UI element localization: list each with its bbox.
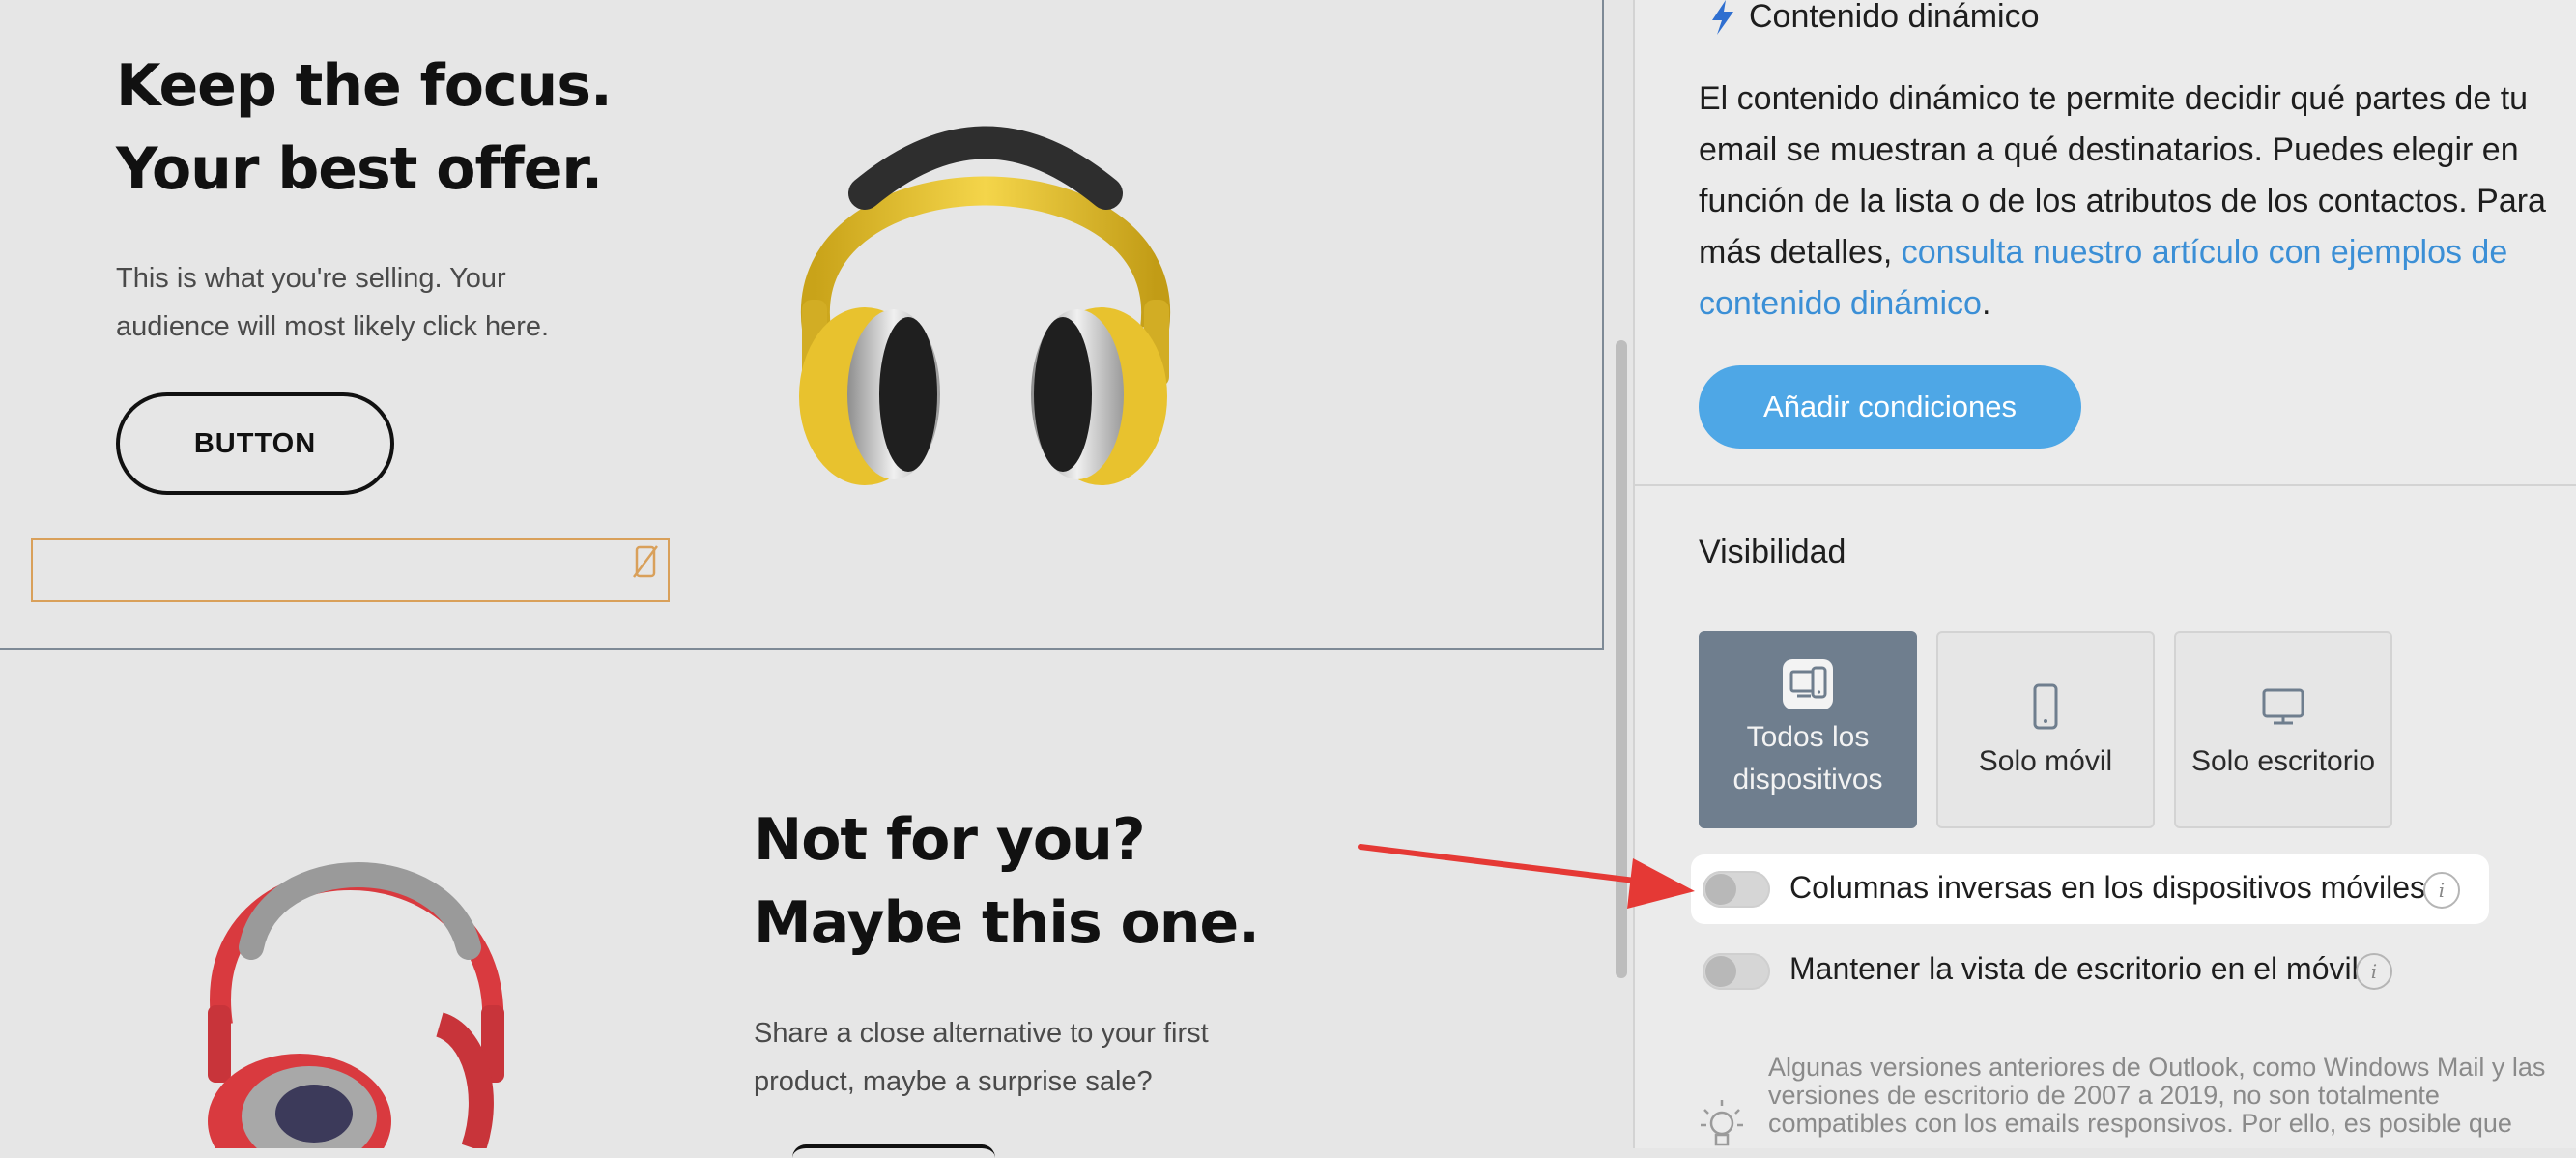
- visibility-option-all-devices-label-line1: Todos los: [1746, 721, 1870, 753]
- lightning-icon: [1712, 0, 1733, 35]
- yellow-headphones-image: [799, 126, 1171, 485]
- keep-desktop-view-label: Mantener la vista de escritorio en el mó…: [1789, 951, 2359, 986]
- block2-body-text: Share a close alternative to your first …: [754, 1018, 1209, 1097]
- outlook-compatibility-note: Algunas versiones anteriores de Outlook,…: [1768, 1053, 2546, 1138]
- block1-cta-button[interactable]: BUTTON: [116, 392, 394, 495]
- reverse-columns-info-icon[interactable]: i: [2423, 872, 2460, 909]
- devices-icon: [1701, 658, 1915, 723]
- red-headphones-image: [208, 862, 504, 1148]
- dynamic-content-title: Contenido dinámico: [1749, 0, 2040, 35]
- empty-content-box[interactable]: [31, 538, 670, 602]
- toggle-knob: [1705, 956, 1736, 987]
- section-divider: [1635, 484, 2576, 486]
- keep-desktop-view-info-icon[interactable]: i: [2356, 953, 2392, 990]
- visibility-option-mobile-only[interactable]: Solo móvil: [1936, 631, 2155, 828]
- visibility-title: Visibilidad: [1699, 534, 1846, 570]
- block2-headline-line2: Maybe this one.: [754, 889, 1260, 957]
- visibility-option-desktop-only[interactable]: Solo escritorio: [2174, 631, 2392, 828]
- dynamic-content-description-end: .: [1981, 285, 1991, 322]
- visibility-option-all-devices-label-line2: dispositivos: [1732, 764, 1883, 796]
- visibility-option-all-devices[interactable]: Todos los dispositivos: [1699, 631, 1917, 828]
- block2-headline: Not for you? Maybe this one.: [754, 798, 1260, 965]
- visibility-option-mobile-only-label: Solo móvil: [1978, 745, 2113, 777]
- block1-headline-line1: Keep the focus.: [116, 52, 613, 120]
- lightbulb-icon: [1701, 1100, 1743, 1146]
- hide-on-mobile-icon: [633, 545, 658, 578]
- block2-cta-button-edge[interactable]: [792, 1144, 995, 1158]
- block1-headline-line2: Your best offer.: [116, 135, 603, 203]
- dynamic-content-description: El contenido dinámico te permite decidir…: [1699, 73, 2568, 330]
- canvas-scrollbar-thumb[interactable]: [1616, 340, 1627, 978]
- mobile-icon: [1938, 683, 2153, 742]
- block2-headline-line1: Not for you?: [754, 806, 1146, 874]
- add-conditions-button[interactable]: Añadir condiciones: [1699, 365, 2081, 449]
- block1-headline: Keep the focus. Your best offer.: [116, 44, 613, 211]
- block1-body-text: This is what you're selling. Your audien…: [116, 263, 550, 342]
- email-canvas[interactable]: Keep the focus. Your best offer. This is…: [0, 0, 1604, 1148]
- reverse-columns-toggle[interactable]: [1703, 871, 1770, 908]
- desktop-icon: [2176, 687, 2390, 738]
- reverse-columns-label: Columnas inversas en los dispositivos mó…: [1789, 870, 2426, 905]
- settings-panel: Contenido dinámico El contenido dinámico…: [1633, 0, 2576, 1148]
- keep-desktop-view-toggle[interactable]: [1703, 953, 1770, 990]
- visibility-option-desktop-only-label: Solo escritorio: [2190, 745, 2376, 777]
- toggle-knob: [1705, 874, 1736, 905]
